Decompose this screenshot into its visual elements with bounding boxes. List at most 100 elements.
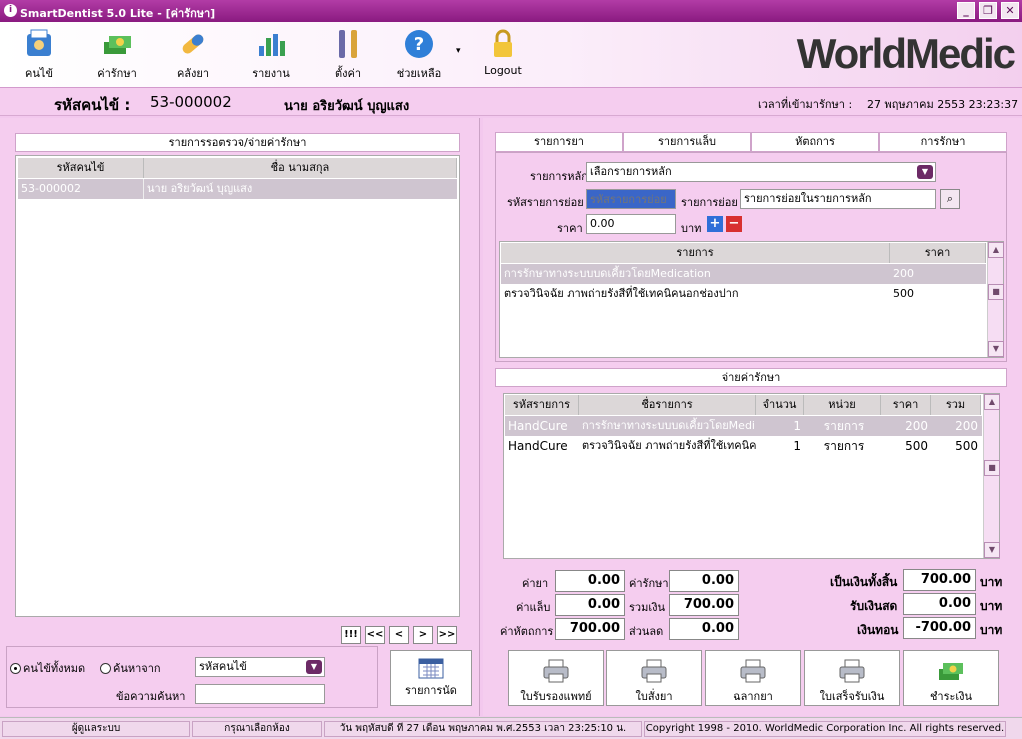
tools-icon <box>339 30 357 58</box>
tab-labs[interactable]: รายการแล็บ <box>623 132 751 152</box>
treatment-col-price: ราคา <box>890 243 986 263</box>
receipt-button[interactable]: ใบเสร็จรับเงิน <box>804 650 900 706</box>
toolbar-patient-button[interactable]: คนไข้ <box>4 28 74 82</box>
treatment-table: รายการ ราคา การรักษาทางระบบบดเคี้ยวโดยMe… <box>499 241 1004 358</box>
billing-col-total: รวม <box>931 395 981 415</box>
drug-label-button[interactable]: ฉลากยา <box>705 650 801 706</box>
scroll-down-icon[interactable]: ▼ <box>984 542 1000 558</box>
visit-time: 27 พฤษภาคม 2553 23:23:37 <box>867 98 1019 111</box>
billing-scrollbar[interactable]: ▲ ■ ▼ <box>983 394 1000 558</box>
status-copyright: Copyright 1998 - 2010. WorldMedic Corpor… <box>644 721 1006 737</box>
treatment-row[interactable]: ตรวจวินิจฉัย ภาพถ่ายรังสีที่ใช้เทคนิคนอก… <box>501 284 986 304</box>
price-input[interactable]: 0.00 <box>586 214 676 234</box>
pay-button[interactable]: ชำระเงิน <box>903 650 999 706</box>
title-bar: i SmartDentist 5.0 Lite - [ค่ารักษา] _ ❐… <box>0 0 1022 22</box>
procedure-cost-label: ค่าหัตถการ <box>500 625 554 638</box>
nav-prev-button[interactable]: < <box>389 626 409 644</box>
change-label: เงินทอน <box>857 623 899 637</box>
patient-icon <box>27 29 51 56</box>
main-toolbar: คนไข้ ค่ารักษา คลังยา รายงาน ตั้งค่า ? ช… <box>0 22 1022 88</box>
queue-row[interactable]: 53-000002 นาย อริยวัฒน์ บุญแสง <box>18 179 457 199</box>
baht-unit: บาท <box>980 623 1003 637</box>
money-icon <box>939 663 963 680</box>
radio-search-from[interactable]: ค้นหาจาก <box>100 659 161 677</box>
discount-input[interactable]: 0.00 <box>669 618 739 640</box>
drug-cost: 0.00 <box>555 570 625 592</box>
toolbar-report-button[interactable]: รายงาน <box>236 28 306 82</box>
price-unit: บาท <box>681 222 702 235</box>
change-value: -700.00 <box>903 617 976 639</box>
toolbar-fees-button[interactable]: ค่ารักษา <box>82 28 152 82</box>
tab-treatment[interactable]: การรักษา <box>879 132 1007 152</box>
grand-total-label: เป็นเงินทั้งสิ้น <box>830 575 898 589</box>
baht-unit: บาท <box>980 575 1003 589</box>
nav-next-button[interactable]: > <box>413 626 433 644</box>
close-button[interactable]: ✕ <box>1001 2 1019 19</box>
search-text-label: ข้อความค้นหา <box>116 690 186 703</box>
printer-icon <box>641 659 667 683</box>
app-icon: i <box>4 4 17 17</box>
scroll-thumb[interactable]: ■ <box>984 460 1000 476</box>
help-dropdown-icon[interactable]: ▾ <box>456 46 461 56</box>
printer-icon <box>740 659 766 683</box>
search-field-select[interactable]: รหัสคนไข้ ▼ <box>195 657 325 677</box>
lab-cost-label: ค่าแล็บ <box>516 601 551 614</box>
restore-button[interactable]: ❐ <box>979 2 997 19</box>
billing-row[interactable]: HandCure การรักษาทางระบบบดเคี้ยวโดยMedi … <box>505 416 982 436</box>
subcode-label: รหัสรายการย่อย <box>507 196 584 209</box>
toolbar-logout-button[interactable]: Logout <box>468 28 538 77</box>
toolbar-pharmacy-button[interactable]: คลังยา <box>158 28 228 82</box>
main-item-select[interactable]: เลือกรายการหลัก ▼ <box>586 162 936 182</box>
subcode-input[interactable] <box>586 189 676 209</box>
status-user: ผู้ดูแลระบบ <box>2 721 190 737</box>
nav-first-button[interactable]: << <box>365 626 385 644</box>
cash-label: รับเงินสด <box>850 599 898 613</box>
printer-icon <box>543 659 569 683</box>
minimize-button[interactable]: _ <box>957 2 975 19</box>
discount-label: ส่วนลด <box>629 625 664 638</box>
billing-table: รหัสรายการ ชื่อรายการ จำนวน หน่วย ราคา ร… <box>503 393 1000 559</box>
treatment-scrollbar[interactable]: ▲ ■ ▼ <box>987 242 1004 357</box>
search-text-input[interactable] <box>195 684 325 704</box>
scroll-down-icon[interactable]: ▼ <box>988 341 1004 357</box>
sum-label: รวมเงิน <box>629 601 665 614</box>
scroll-thumb[interactable]: ■ <box>988 284 1004 300</box>
tab-procedures[interactable]: หัตถการ <box>751 132 879 152</box>
lab-cost: 0.00 <box>555 594 625 616</box>
window-title: SmartDentist 5.0 Lite - [ค่ารักษา] <box>20 7 216 20</box>
nav-last-button[interactable]: >> <box>437 626 457 644</box>
scroll-up-icon[interactable]: ▲ <box>984 394 1000 410</box>
pill-icon <box>182 34 204 54</box>
cash-input[interactable]: 0.00 <box>903 593 976 615</box>
radio-all-patients[interactable]: คนไข้ทั้งหมด <box>10 659 85 677</box>
calendar-icon <box>418 658 444 679</box>
queue-table: รหัสคนไข้ ชื่อ นามสกุล 53-000002 นาย อริ… <box>15 155 460 617</box>
help-icon: ? <box>405 30 433 58</box>
add-icon[interactable]: + <box>707 216 723 232</box>
sub-item-input[interactable]: รายการย่อยในรายการหลัก <box>740 189 936 209</box>
nav-refresh-button[interactable]: !!! <box>341 626 361 644</box>
billing-col-qty: จำนวน <box>756 395 804 415</box>
medical-certificate-button[interactable]: ใบรับรองแพทย์ <box>508 650 604 706</box>
remove-icon[interactable]: − <box>726 216 742 232</box>
search-icon[interactable]: ⌕ <box>940 189 960 209</box>
scroll-up-icon[interactable]: ▲ <box>988 242 1004 258</box>
queue-title: รายการรอตรวจ/จ่ายค่ารักษา <box>15 133 460 152</box>
prescription-button[interactable]: ใบสั่งยา <box>606 650 702 706</box>
billing-row[interactable]: HandCure ตรวจวินิจฉัย ภาพถ่ายรังสีที่ใช้… <box>505 436 982 456</box>
brand-logo: WorldMedic <box>796 30 1016 77</box>
appointments-button[interactable]: รายการนัด <box>390 650 472 706</box>
toolbar-settings-button[interactable]: ตั้งค่า <box>313 28 383 82</box>
sum-value: 700.00 <box>669 594 739 616</box>
patient-name: นาย อริยวัฒน์ บุญแสง <box>284 99 410 114</box>
drug-cost-label: ค่ายา <box>522 577 549 590</box>
tab-drugs[interactable]: รายการยา <box>495 132 623 152</box>
money-icon <box>104 36 131 54</box>
treatment-row[interactable]: การรักษาทางระบบบดเคี้ยวโดยMedication 200 <box>501 264 986 284</box>
queue-col-id: รหัสคนไข้ <box>18 158 144 178</box>
printer-icon <box>839 659 865 683</box>
toolbar-help-button[interactable]: ? ช่วยเหลือ <box>384 28 454 82</box>
dropdown-icon: ▼ <box>306 660 322 674</box>
billing-title: จ่ายค่ารักษา <box>495 368 1007 387</box>
treatment-col-name: รายการ <box>501 243 890 263</box>
